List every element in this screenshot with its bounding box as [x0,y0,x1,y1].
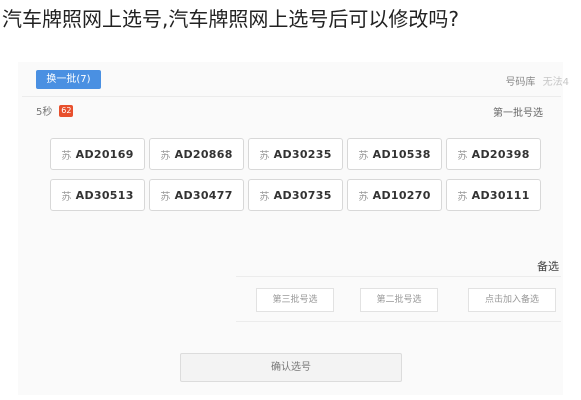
plate-number: AD30235 [273,147,332,161]
plate-number: AD20868 [174,147,233,161]
plate-province: 苏 [259,150,270,162]
plate-option[interactable]: 苏 AD30111 [446,179,541,211]
change-batch-button[interactable]: 换一批(7) [36,70,101,89]
plate-option[interactable]: 苏 AD30235 [248,138,343,170]
plate-number: AD10538 [372,147,431,161]
plate-option[interactable]: 苏 AD10270 [347,179,442,211]
plate-number: AD20169 [75,147,134,161]
plate-option[interactable]: 苏 AD20169 [50,138,145,170]
batch-header: 5秒 62 第一批号选 [22,96,561,121]
plate-province: 苏 [358,150,369,162]
confirm-selection-button[interactable]: 确认选号 [180,353,402,382]
plate-option[interactable]: 苏 AD20868 [149,138,244,170]
plate-option[interactable]: 苏 AD30477 [149,179,244,211]
plate-grid: 苏 AD20169 苏 AD20868 苏 AD30235 苏 AD10538 苏 AD2… [50,138,544,212]
count-badge-text: 62 [61,105,72,115]
plate-province: 苏 [457,150,468,162]
alternates-row: 第三批号选 第二批号选 点击加入备选 [236,276,561,322]
plate-province: 苏 [160,191,171,203]
plate-option[interactable]: 苏 AD30735 [248,179,343,211]
plate-province: 苏 [457,191,468,203]
plate-province: 苏 [160,150,171,162]
plate-number: AD30513 [75,188,134,202]
add-alternate-button[interactable]: 点击加入备选 [468,288,556,312]
number-pool-faint: 无法4 [542,77,569,88]
plate-option[interactable]: 苏 AD10538 [347,138,442,170]
plate-number: AD20398 [471,147,530,161]
plate-option[interactable]: 苏 AD30513 [50,179,145,211]
plate-province: 苏 [259,191,270,203]
plate-number: AD30111 [471,188,530,202]
number-pool-label: 号码库 [505,77,536,88]
countdown-label: 5秒 [36,107,53,118]
plate-number: AD10270 [372,188,431,202]
count-badge: 62 [59,104,74,117]
plate-province: 苏 [61,191,72,203]
batch-title: 第一批号选 [493,108,543,119]
countdown-info: 5秒 62 [36,103,74,118]
plate-number: AD30735 [273,188,332,202]
plate-option[interactable]: 苏 AD20398 [446,138,541,170]
alternate-batch-3-button[interactable]: 第三批号选 [256,288,334,312]
page-headline: 汽车牌照网上选号,汽车牌照网上选号后可以修改吗? [2,7,459,31]
plate-province: 苏 [61,150,72,162]
alternates-label: 备选 [537,260,559,273]
alternate-batch-2-button[interactable]: 第二批号选 [360,288,438,312]
plate-number: AD30477 [174,188,233,202]
top-right-info: 号码库 无法4 [505,73,569,88]
plate-province: 苏 [358,191,369,203]
